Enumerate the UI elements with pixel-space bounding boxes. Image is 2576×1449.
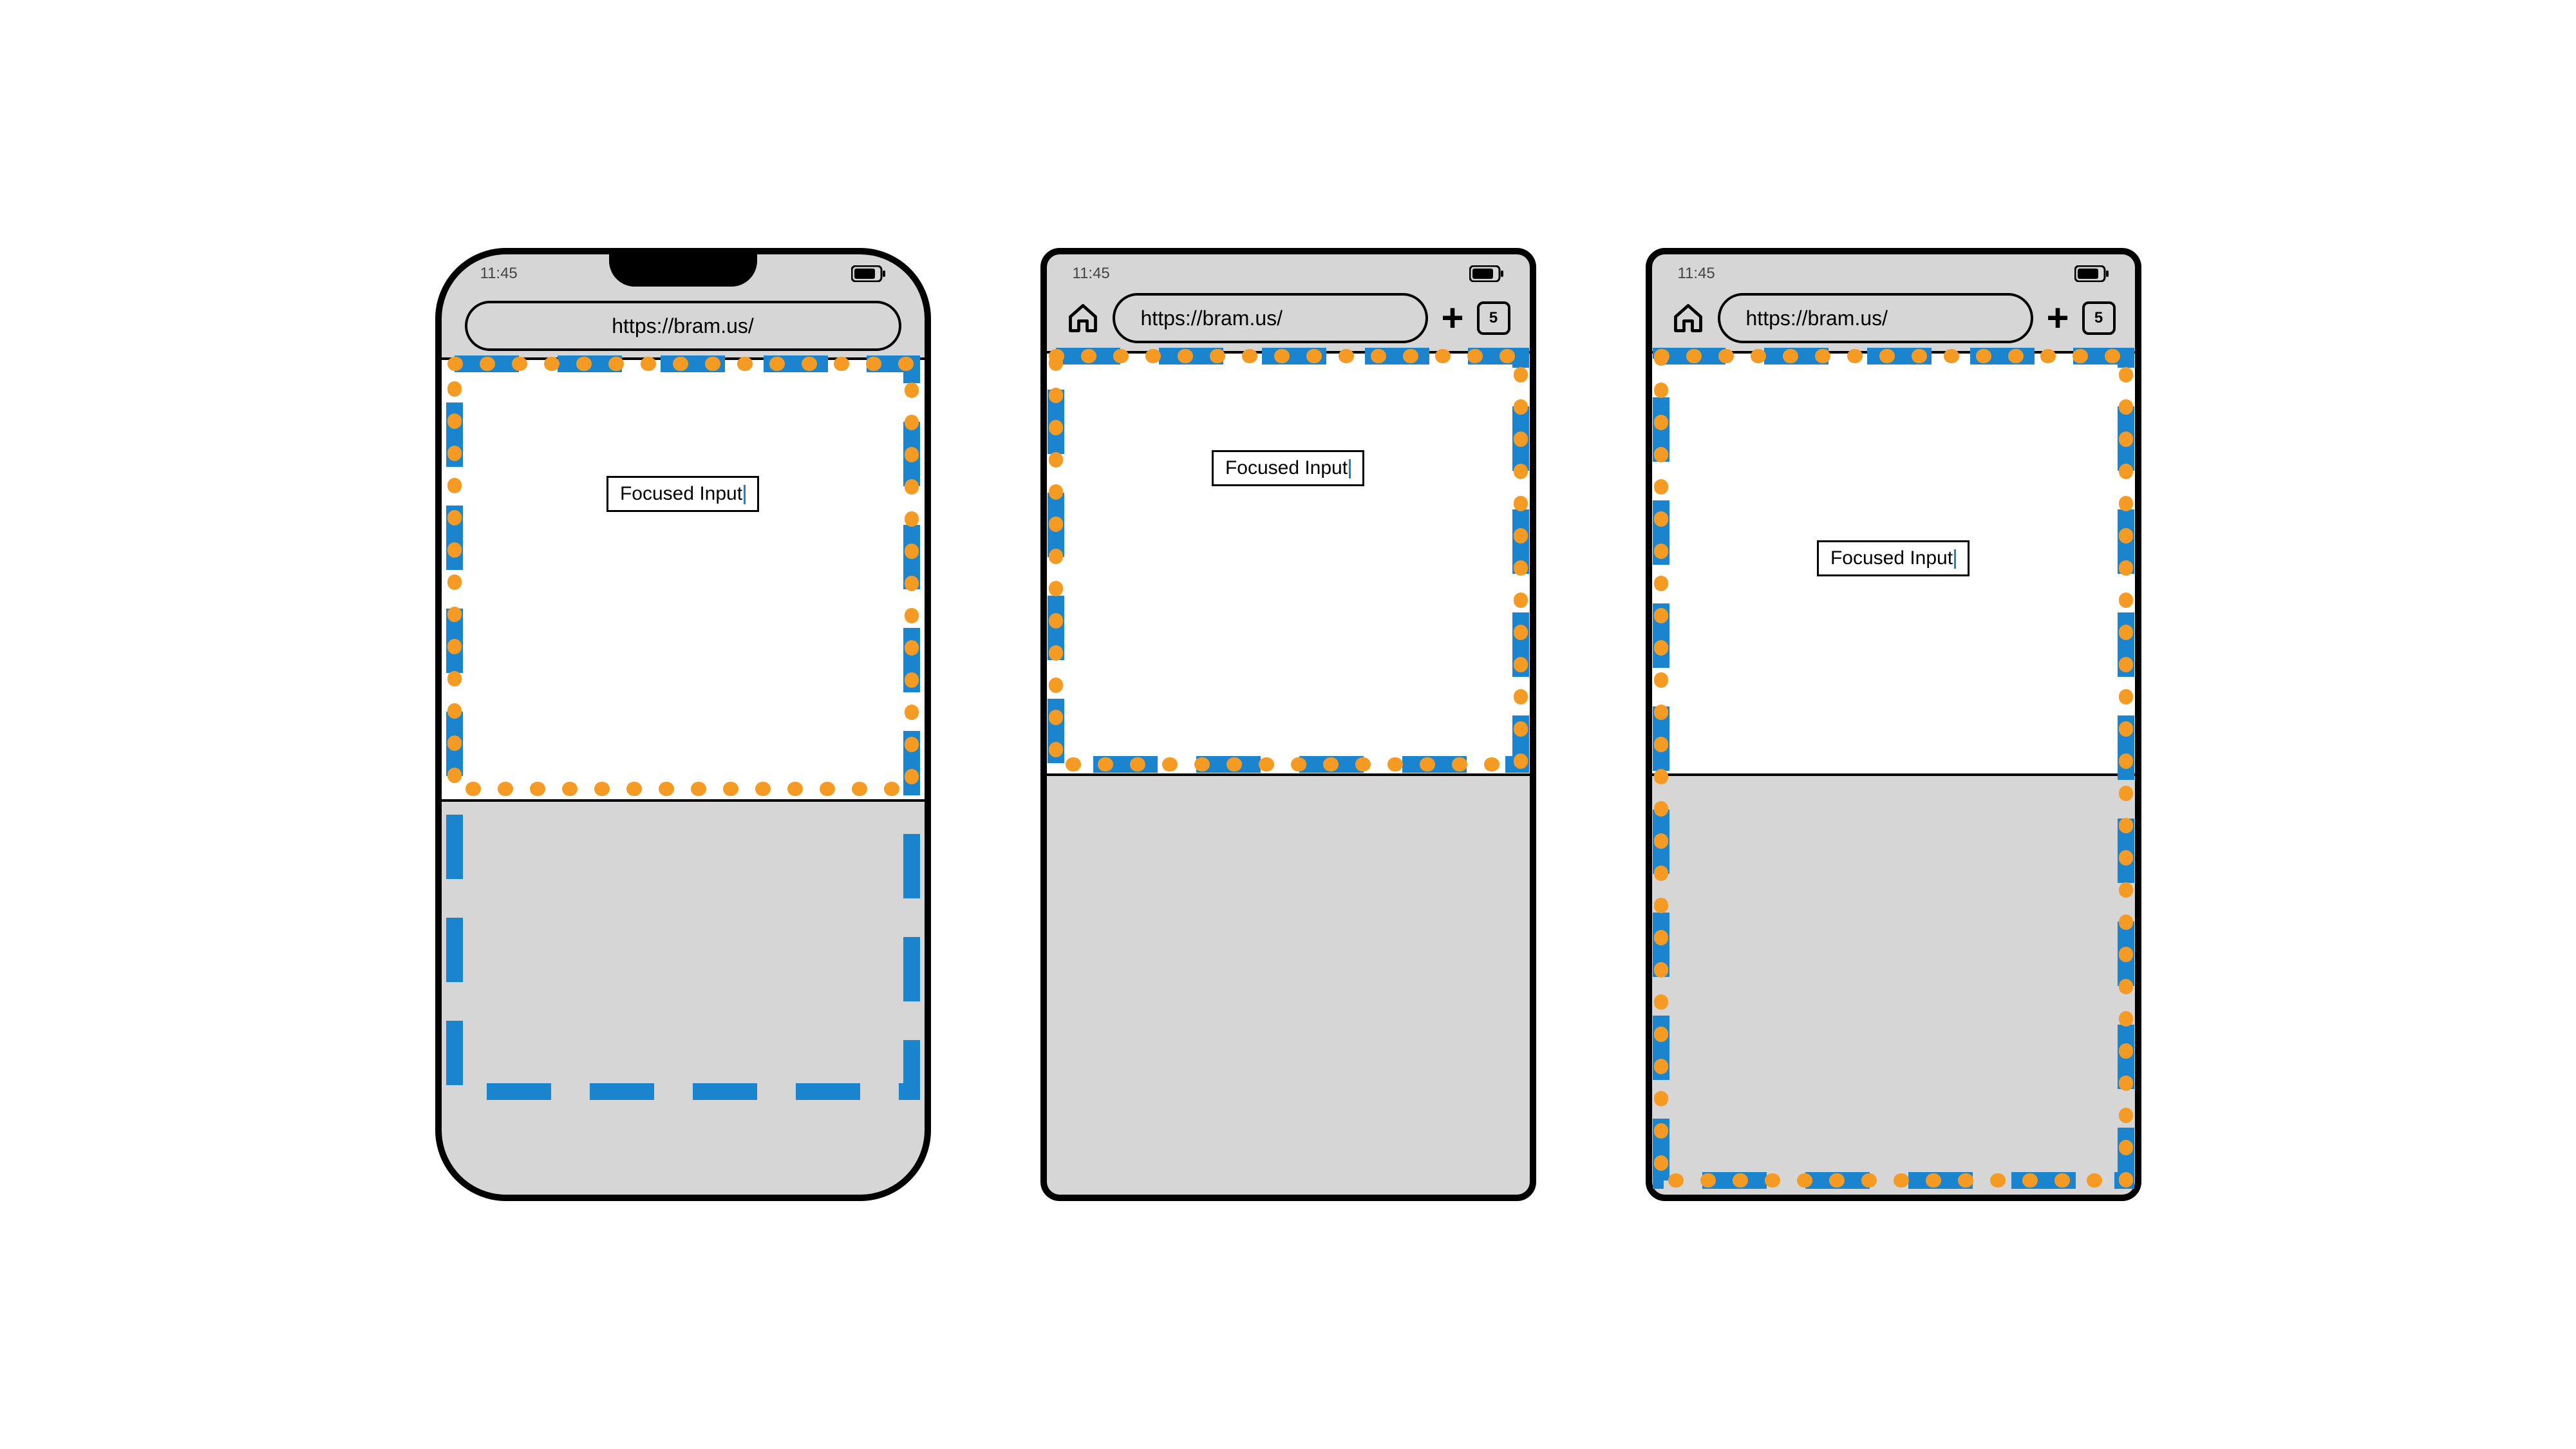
device-android-resize: 11:45 https://bram.us/ + 5 Focused Input	[1040, 248, 1536, 1201]
new-tab-icon[interactable]: +	[1441, 299, 1463, 337]
url-text: https://bram.us/	[1746, 307, 1888, 330]
url-text: https://bram.us/	[612, 314, 754, 338]
tab-count-button[interactable]: 5	[1477, 301, 1510, 335]
url-field[interactable]: https://bram.us/	[1718, 293, 2034, 343]
status-time: 11:45	[1678, 265, 1715, 283]
focused-input[interactable]: Focused Input	[1212, 450, 1364, 486]
device-ios: 11:45 https://bram.us/ Focused Input	[435, 248, 931, 1201]
url-text: https://bram.us/	[1141, 307, 1283, 330]
address-bar-row: https://bram.us/ + 5	[1652, 293, 2135, 343]
home-icon[interactable]	[1671, 301, 1705, 335]
status-bar: 11:45	[1047, 254, 1530, 293]
focused-input[interactable]: Focused Input	[606, 476, 759, 512]
text-caret	[1349, 459, 1351, 478]
page-content: Focused Input	[1047, 351, 1530, 776]
url-field[interactable]: https://bram.us/	[1113, 293, 1429, 343]
focused-input[interactable]: Focused Input	[1817, 540, 1970, 576]
tab-count-value: 5	[2094, 309, 2103, 327]
battery-icon	[2074, 265, 2109, 282]
battery-icon	[1469, 265, 1504, 282]
address-bar-row: https://bram.us/	[442, 301, 925, 351]
tab-count-button[interactable]: 5	[2082, 301, 2116, 335]
input-value: Focused Input	[620, 483, 742, 504]
text-caret	[744, 485, 746, 504]
address-bar-row: https://bram.us/ + 5	[1047, 293, 1530, 343]
home-icon[interactable]	[1066, 301, 1100, 335]
device-android-overlay: 11:45 https://bram.us/ + 5 Focused Input	[1646, 248, 2141, 1201]
input-value: Focused Input	[1830, 547, 1953, 569]
url-field[interactable]: https://bram.us/	[465, 301, 901, 351]
page-content: Focused Input	[1652, 351, 2135, 776]
input-value: Focused Input	[1225, 457, 1348, 478]
notch	[609, 248, 757, 287]
tab-count-value: 5	[1489, 309, 1498, 327]
diagram-stage: 11:45 https://bram.us/ Focused Input	[435, 248, 2141, 1201]
page-content: Focused Input	[442, 357, 925, 802]
battery-icon	[851, 265, 886, 282]
new-tab-icon[interactable]: +	[2046, 299, 2069, 337]
status-time: 11:45	[480, 265, 518, 283]
status-time: 11:45	[1073, 265, 1110, 283]
text-caret	[1954, 549, 1956, 569]
status-bar: 11:45	[1652, 254, 2135, 293]
